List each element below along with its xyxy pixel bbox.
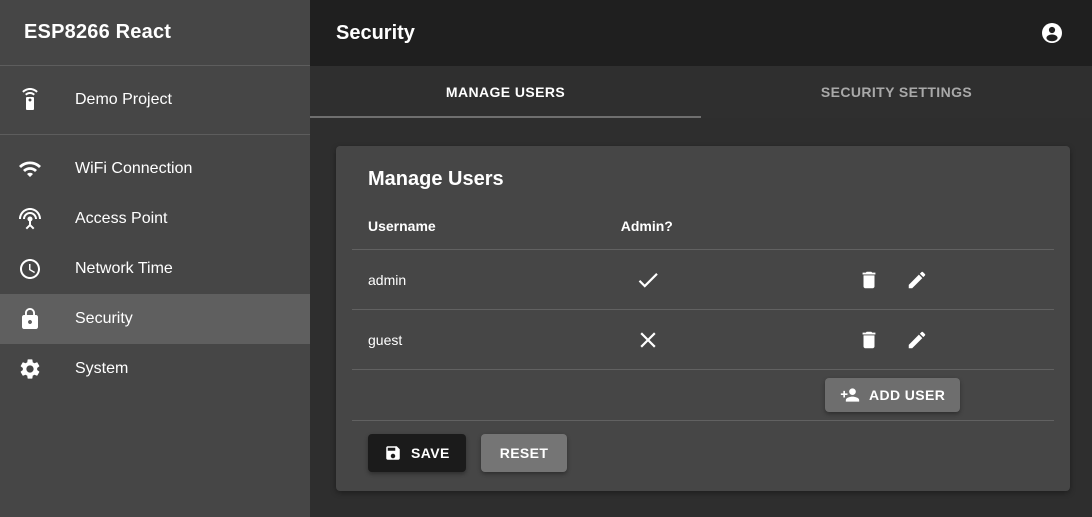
- gear-icon: [18, 357, 42, 381]
- add-user-row: ADD USER: [352, 370, 1054, 421]
- reset-label: RESET: [500, 445, 549, 461]
- sidebar-section-settings: WiFi Connection Access Point Network Tim…: [0, 135, 310, 403]
- app-window: ESP8266 React Demo Project WiFi Connecti…: [0, 0, 1092, 517]
- sidebar-item-label: System: [75, 360, 128, 378]
- save-icon: [384, 444, 402, 462]
- delete-user-button[interactable]: [854, 325, 884, 355]
- reset-button[interactable]: RESET: [481, 434, 568, 472]
- save-button[interactable]: SAVE: [368, 434, 466, 472]
- table-row: admin: [352, 250, 1054, 310]
- sidebar-item-demo-project[interactable]: Demo Project: [0, 75, 310, 125]
- delete-user-button[interactable]: [854, 265, 884, 295]
- page-title: Security: [336, 22, 1028, 45]
- sidebar-item-label: WiFi Connection: [75, 160, 192, 178]
- edit-icon: [906, 329, 928, 351]
- edit-icon: [906, 269, 928, 291]
- sidebar-item-security[interactable]: Security: [0, 294, 310, 344]
- person-add-icon: [840, 385, 860, 405]
- sidebar-item-wifi-connection[interactable]: WiFi Connection: [0, 144, 310, 194]
- sidebar-item-label: Network Time: [75, 260, 173, 278]
- content-area: Manage Users Username Admin? admin: [310, 118, 1092, 517]
- appbar: Security: [310, 0, 1092, 66]
- lock-icon: [18, 307, 42, 331]
- table-row: guest: [352, 310, 1054, 370]
- username-cell: guest: [352, 310, 605, 370]
- add-user-label: ADD USER: [869, 387, 945, 403]
- sidebar-item-network-time[interactable]: Network Time: [0, 244, 310, 294]
- sidebar-item-system[interactable]: System: [0, 344, 310, 394]
- users-table: Username Admin? admin: [352, 203, 1054, 421]
- remote-icon: [18, 88, 42, 112]
- wifi-icon: [18, 157, 42, 181]
- account-button[interactable]: [1028, 9, 1076, 57]
- sidebar: ESP8266 React Demo Project WiFi Connecti…: [0, 0, 310, 517]
- table-header-row: Username Admin?: [352, 203, 1054, 250]
- add-user-button[interactable]: ADD USER: [825, 378, 960, 412]
- sidebar-item-label: Access Point: [75, 210, 167, 228]
- close-icon: [635, 327, 661, 353]
- delete-icon: [858, 269, 880, 291]
- clock-icon: [18, 257, 42, 281]
- delete-icon: [858, 329, 880, 351]
- tab-manage-users[interactable]: MANAGE USERS: [310, 66, 701, 118]
- manage-users-card: Manage Users Username Admin? admin: [336, 146, 1070, 491]
- sidebar-item-label: Demo Project: [75, 91, 172, 109]
- account-icon: [1040, 21, 1064, 45]
- column-header-username: Username: [352, 203, 605, 250]
- column-header-actions: [801, 203, 1054, 250]
- sidebar-section-project: Demo Project: [0, 66, 310, 135]
- column-header-admin: Admin?: [605, 203, 802, 250]
- sidebar-item-access-point[interactable]: Access Point: [0, 194, 310, 244]
- card-title: Manage Users: [368, 168, 1054, 191]
- antenna-icon: [18, 207, 42, 231]
- username-cell: admin: [352, 250, 605, 310]
- tab-bar: MANAGE USERS SECURITY SETTINGS: [310, 66, 1092, 118]
- tab-security-settings[interactable]: SECURITY SETTINGS: [701, 66, 1092, 118]
- sidebar-item-label: Security: [75, 310, 133, 328]
- main-area: Security MANAGE USERS SECURITY SETTINGS …: [310, 0, 1092, 517]
- save-label: SAVE: [411, 445, 450, 461]
- edit-user-button[interactable]: [902, 265, 932, 295]
- app-title: ESP8266 React: [0, 0, 310, 66]
- check-icon: [635, 267, 661, 293]
- edit-user-button[interactable]: [902, 325, 932, 355]
- form-actions: SAVE RESET: [352, 421, 1054, 475]
